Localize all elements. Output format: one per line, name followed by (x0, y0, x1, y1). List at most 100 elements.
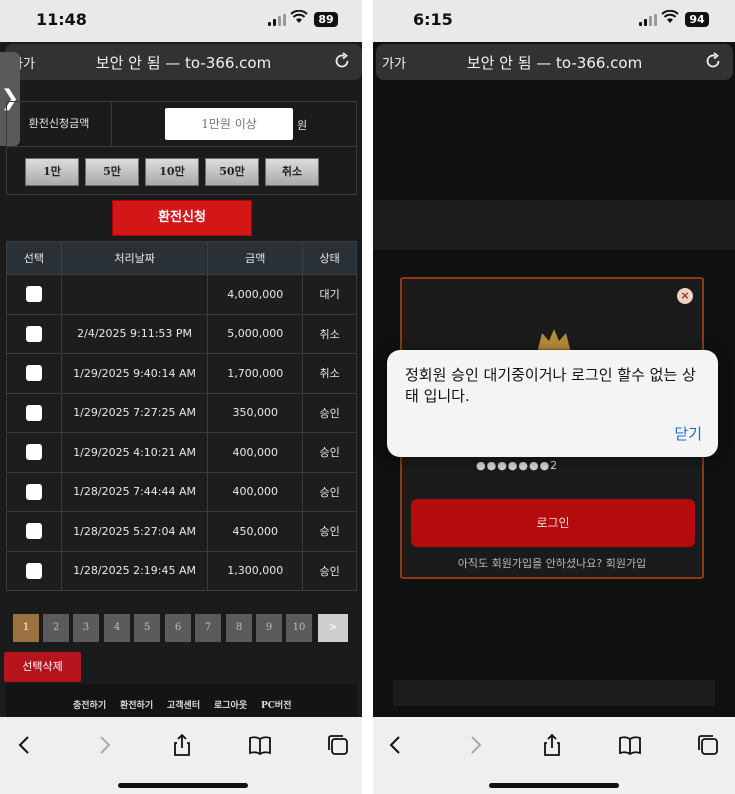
tabs-icon[interactable] (326, 733, 350, 757)
col-select: 선택 (6, 241, 62, 275)
row-status: 취소 (302, 353, 357, 394)
row-status: 승인 (302, 432, 357, 473)
row-amount: 400,000 (207, 432, 304, 473)
row-amount: 450,000 (207, 511, 304, 552)
table-row: 1/29/2025 4:10:21 AM 400,000 승인 (6, 432, 357, 473)
address-bar[interactable]: 가가 보안 안 됨 — to-366.com (376, 44, 733, 80)
footer-link-exchange[interactable]: 환전하기 (120, 698, 153, 711)
footer-link-deposit[interactable]: 충전하기 (73, 698, 106, 711)
wifi-icon (661, 10, 679, 23)
password-field-value[interactable]: ●●●●●●●2 (476, 459, 558, 472)
page-6[interactable]: 6 (165, 614, 191, 642)
home-indicator (118, 783, 248, 788)
row-date: 2/4/2025 9:11:53 PM (60, 313, 209, 354)
row-date: 1/28/2025 2:19:45 AM (60, 550, 209, 591)
login-button[interactable]: 로그인 (411, 499, 695, 547)
footer-link-support[interactable]: 고객센터 (167, 698, 200, 711)
row-amount: 5,000,000 (207, 313, 304, 354)
row-checkbox[interactable] (25, 444, 42, 461)
page-10[interactable]: 10 (286, 614, 312, 642)
cellular-icon (268, 14, 286, 26)
bookmarks-icon[interactable] (248, 733, 272, 757)
page-2[interactable]: 2 (43, 614, 69, 642)
page-3[interactable]: 3 (73, 614, 99, 642)
row-status: 승인 (302, 550, 357, 591)
battery-icon: 89 (314, 12, 338, 27)
table-row: 1/28/2025 7:44:44 AM 400,000 승인 (6, 471, 357, 512)
row-date: 1/28/2025 7:44:44 AM (60, 471, 209, 512)
page-8[interactable]: 8 (226, 614, 252, 642)
table-row: 1/29/2025 7:27:25 AM 350,000 승인 (6, 392, 357, 433)
row-checkbox[interactable] (25, 404, 42, 421)
reload-icon[interactable] (703, 51, 723, 71)
exchange-amount-label: 환전신청금액 (7, 102, 112, 146)
quick-amount-50k-button[interactable]: 5만 (85, 158, 139, 186)
amount-unit: 원 (297, 119, 308, 132)
row-checkbox[interactable] (25, 483, 42, 500)
page-9[interactable]: 9 (256, 614, 282, 642)
forward-icon[interactable] (463, 733, 487, 757)
row-status: 취소 (302, 313, 357, 354)
bookmarks-icon[interactable] (618, 733, 642, 757)
back-icon[interactable] (13, 733, 37, 757)
row-checkbox[interactable] (25, 286, 42, 303)
page-4[interactable]: 4 (104, 614, 130, 642)
row-date (60, 274, 209, 315)
delete-selected-button[interactable]: 선택삭제 (4, 652, 81, 682)
alert-close-button[interactable]: 닫기 (674, 423, 702, 444)
background-banner (373, 200, 735, 250)
share-icon[interactable] (170, 733, 194, 757)
quick-amount-500k-button[interactable]: 50만 (205, 158, 259, 186)
table-row: 1/29/2025 9:40:14 AM 1,700,000 취소 (6, 353, 357, 394)
row-status: 승인 (302, 511, 357, 552)
row-date: 1/29/2025 4:10:21 AM (60, 432, 209, 473)
page-5[interactable]: 5 (134, 614, 160, 642)
footer-link-logout[interactable]: 로그아웃 (214, 698, 247, 711)
quick-amount-cancel-button[interactable]: 취소 (265, 158, 319, 186)
row-amount: 4,000,000 (207, 274, 304, 315)
forward-icon[interactable] (92, 733, 116, 757)
col-amount: 금액 (207, 241, 304, 275)
row-checkbox[interactable] (25, 562, 42, 579)
row-date: 1/29/2025 7:27:25 AM (60, 392, 209, 433)
table-row: 4,000,000 대기 (6, 274, 357, 315)
row-date: 1/29/2025 9:40:14 AM (60, 353, 209, 394)
crown-logo-icon (538, 329, 570, 352)
alert-dialog: 정회원 승인 대기중이거나 로그인 할수 없는 상태 입니다. 닫기 (387, 350, 718, 457)
address-bar[interactable]: 가가 보안 안 됨 — to-366.com (5, 44, 362, 80)
table-row: 1/28/2025 5:27:04 AM 450,000 승인 (6, 511, 357, 552)
row-amount: 350,000 (207, 392, 304, 433)
exchange-amount-input[interactable] (165, 108, 293, 140)
col-date: 처리날짜 (60, 241, 209, 275)
footer-link-pc[interactable]: PC버전 (261, 698, 292, 711)
quick-amount-10k-button[interactable]: 1만 (25, 158, 79, 186)
signup-link[interactable]: 아직도 회원가입을 안하셨나요? 회원가입 (402, 555, 702, 571)
cellular-icon (639, 14, 657, 26)
table-row: 2/4/2025 9:11:53 PM 5,000,000 취소 (6, 313, 357, 354)
page-7[interactable]: 7 (195, 614, 221, 642)
exchange-history-table: 선택 처리날짜 금액 상태 4,000,000 대기 2/4/2025 9:11:… (6, 241, 357, 591)
page-1[interactable]: 1 (13, 614, 39, 642)
home-indicator (489, 783, 619, 788)
status-bar: 11:48 89 (0, 0, 362, 42)
exchange-submit-button[interactable]: 환전신청 (112, 200, 252, 236)
alert-message: 정회원 승인 대기중이거나 로그인 할수 없는 상태 입니다. (405, 366, 696, 405)
modal-close-icon[interactable]: × (677, 288, 693, 304)
table-row: 1/28/2025 2:19:45 AM 1,300,000 승인 (6, 550, 357, 591)
left-screenshot: 11:48 89 가가 보안 안 됨 — to-366.com ❯ 환전신청금액… (0, 0, 362, 794)
row-checkbox[interactable] (25, 523, 42, 540)
share-icon[interactable] (540, 733, 564, 757)
table-header-row: 선택 처리날짜 금액 상태 (6, 241, 357, 275)
reload-icon[interactable] (332, 51, 352, 71)
right-screenshot: 6:15 94 가가 보안 안 됨 — to-366.com × ●●●●●●●… (373, 0, 735, 794)
row-checkbox[interactable] (25, 325, 42, 342)
background-row (393, 680, 715, 706)
row-amount: 1,700,000 (207, 353, 304, 394)
page-next[interactable]: > (318, 614, 348, 642)
row-date: 1/28/2025 5:27:04 AM (60, 511, 209, 552)
quick-amount-100k-button[interactable]: 10만 (145, 158, 199, 186)
row-checkbox[interactable] (25, 365, 42, 382)
back-icon[interactable] (384, 733, 408, 757)
status-time: 11:48 (36, 10, 87, 29)
tabs-icon[interactable] (696, 733, 720, 757)
